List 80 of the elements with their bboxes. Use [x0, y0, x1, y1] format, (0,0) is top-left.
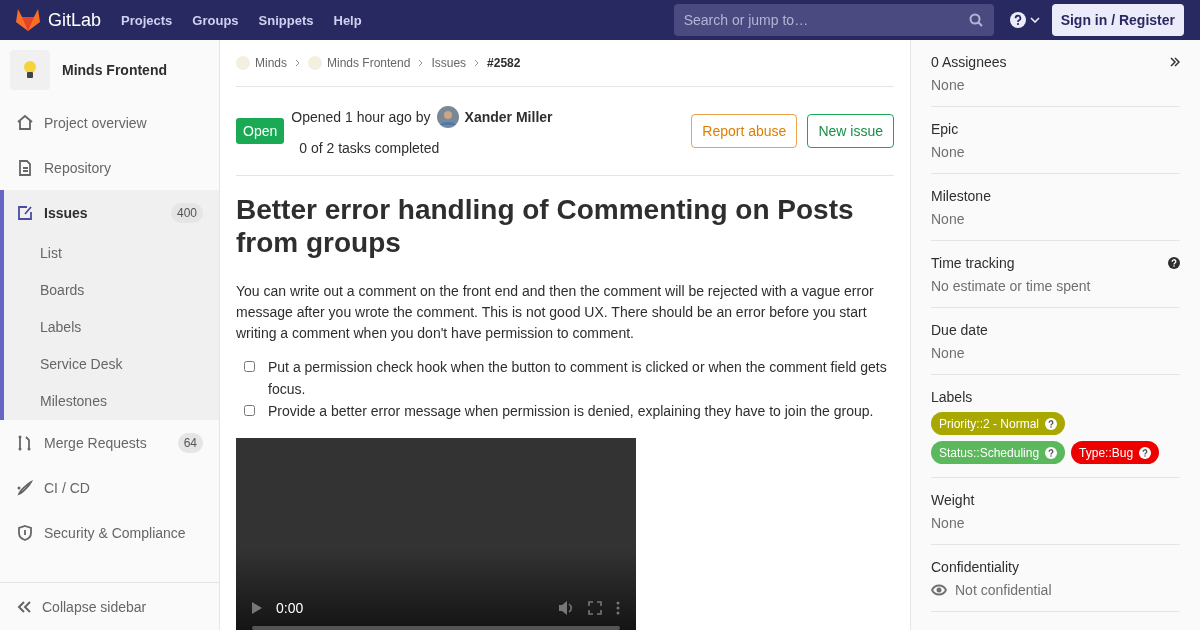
block-title: Weight	[931, 492, 976, 508]
search-icon	[968, 13, 983, 27]
task-count-text: 0 of 2 tasks completed	[298, 140, 441, 156]
block-title: Epic	[931, 121, 960, 137]
project-name[interactable]: Minds Frontend	[62, 62, 167, 78]
block-value: None	[931, 144, 965, 160]
sidebar-item[interactable]: Project overview	[0, 100, 219, 145]
fullscreen-icon[interactable]	[588, 601, 602, 615]
sign-in-button[interactable]: Sign in / Register	[1051, 4, 1184, 36]
double-chevron-right-icon[interactable]	[1170, 57, 1180, 67]
help-icon	[1045, 417, 1057, 430]
progress-track[interactable]	[252, 626, 620, 630]
label-tag[interactable]: Type::Bug	[1071, 441, 1160, 464]
help-icon[interactable]	[1168, 257, 1180, 269]
house-icon	[16, 113, 34, 132]
more-icon[interactable]	[616, 601, 620, 615]
double-chevron-left-icon	[16, 599, 32, 614]
nav-link[interactable]: Projects	[121, 12, 173, 28]
sidebar-subitem[interactable]: Labels	[4, 309, 219, 346]
nav-link[interactable]: Groups	[192, 12, 239, 28]
chevron-down-icon[interactable]	[1029, 17, 1040, 23]
task-text: Put a permission check hook when the button to comment is clicked or when the comment field gets focus.	[268, 358, 888, 399]
sidebar-item[interactable]: CI / CD	[0, 465, 219, 510]
block-title: Due date	[931, 322, 989, 338]
sidebar-item[interactable]: Repository	[0, 145, 219, 190]
breadcrumb-link[interactable]: Issues	[431, 56, 467, 70]
help-icon[interactable]	[1009, 12, 1026, 28]
block-title: 0 Assignees	[931, 54, 1008, 70]
video-player[interactable]: 0:00	[236, 438, 636, 630]
breadcrumb-link[interactable]: Minds	[236, 56, 287, 70]
brand-name[interactable]: GitLab	[48, 9, 102, 31]
breadcrumb-link[interactable]: Minds Frontend	[308, 56, 411, 70]
sidebar-subitem[interactable]: Milestones	[4, 383, 219, 420]
sidebar-subitem[interactable]: Service Desk	[4, 346, 219, 383]
avatar-icon	[436, 106, 459, 128]
block-title: Confidentiality	[931, 559, 1020, 575]
checkbox[interactable]	[244, 361, 255, 372]
block-value: None	[931, 77, 965, 93]
block-title: Time tracking	[931, 255, 1016, 271]
new-issue-button[interactable]: New issue	[807, 114, 894, 148]
count-badge: 64	[177, 432, 203, 453]
issue-title: Better error handling of Commenting on Posts from groups	[236, 193, 855, 259]
status-badge: Open	[236, 118, 285, 144]
nav-link[interactable]: Help	[333, 12, 362, 28]
play-icon[interactable]	[252, 602, 262, 614]
fox-logo-icon	[16, 9, 40, 31]
sidebar-item[interactable]: Security & Compliance	[0, 510, 219, 555]
shield-icon	[16, 523, 34, 542]
issue-icon	[16, 203, 34, 222]
document-icon	[16, 158, 34, 177]
help-icon	[1045, 446, 1058, 459]
volume-icon[interactable]	[558, 600, 574, 616]
block-value: None	[931, 345, 965, 361]
opened-text: Opened 1 hour ago by	[291, 109, 431, 125]
checkbox[interactable]	[244, 405, 255, 416]
sidebar-item[interactable]: Merge Requests 64	[0, 420, 219, 465]
video-time: 0:00	[276, 600, 304, 616]
block-title: Milestone	[931, 188, 992, 204]
chevron-right-icon	[474, 59, 480, 67]
breadcrumb-link[interactable]: #2582	[487, 56, 521, 70]
count-badge: 400	[170, 202, 203, 223]
eye-icon	[931, 584, 947, 596]
block-title: Labels	[931, 389, 974, 405]
block-value: No estimate or time spent	[931, 278, 1091, 294]
block-value: None	[931, 211, 965, 227]
project-avatar[interactable]	[10, 50, 50, 90]
author-link[interactable]: Xander Miller	[464, 109, 553, 125]
chevron-right-icon	[418, 59, 424, 67]
help-icon	[1139, 446, 1152, 459]
task-text: Provide a better error message when permission is denied, explaining they have to join the group.	[268, 402, 874, 421]
issue-description: You can write out a comment on the front end and then the comment will be rejected with a vague error message after you wrote the comment. This is not good UX. There should be an error before you start writing a comment when you don't have permission to comment.	[236, 282, 875, 343]
block-value: None	[931, 515, 965, 531]
chevron-right-icon	[295, 59, 300, 67]
rocket-icon	[16, 478, 34, 497]
sidebar-subitem[interactable]: List	[4, 235, 219, 272]
sidebar-subitem[interactable]: Boards	[4, 272, 219, 309]
block-value: Not confidential	[955, 582, 1052, 598]
nav-link[interactable]: Snippets	[258, 12, 314, 28]
search-field[interactable]: Search or jump to…	[673, 4, 994, 36]
collapse-sidebar-button[interactable]: Collapse sidebar	[0, 582, 219, 630]
